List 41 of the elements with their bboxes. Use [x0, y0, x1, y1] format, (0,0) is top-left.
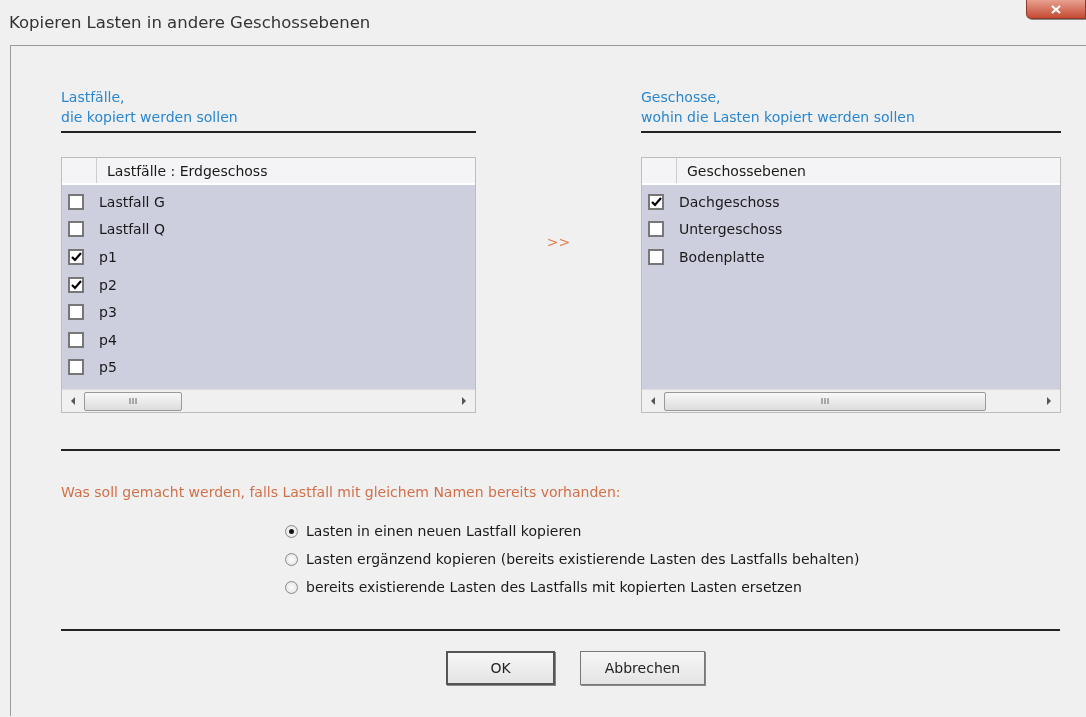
list-item-label[interactable]: Bodenplatte: [679, 249, 765, 265]
section-caption: Lastfälle,: [61, 88, 126, 107]
option-label[interactable]: bereits existierende Lasten des Lastfalls mit kopierten Lasten ersetzen: [306, 579, 802, 595]
question-text: Was soll gemacht werden, falls Lastfall mit gleichem Namen bereits vorhanden:: [61, 484, 622, 500]
horizontal-scrollbar[interactable]: [642, 389, 1060, 412]
close-button[interactable]: [1026, 0, 1086, 19]
list-item-label[interactable]: p2: [99, 276, 117, 293]
radio-button[interactable]: [285, 580, 298, 594]
list-item-label[interactable]: Untergeschoss: [679, 221, 783, 238]
window-title: Kopieren Lasten in andere Geschossebenen: [9, 13, 371, 32]
horizontal-scrollbar[interactable]: [62, 389, 475, 412]
close-icon: [1051, 4, 1061, 14]
option-label[interactable]: Lasten in einen neuen Lastfall kopieren: [306, 523, 582, 539]
checkbox[interactable]: [68, 304, 84, 321]
option-label[interactable]: Lasten ergänzend kopieren (bereits existierende Lasten des Lastfalls behalten): [306, 551, 860, 567]
list-item-label[interactable]: p3: [99, 304, 117, 321]
ok-button[interactable]: OK: [446, 651, 555, 685]
grip-icon: [820, 398, 830, 404]
section-caption: die kopiert werden sollen: [61, 108, 239, 127]
list-item-label[interactable]: p4: [99, 331, 117, 348]
checkbox[interactable]: [68, 276, 84, 293]
list-item-label[interactable]: Lastfall Q: [99, 221, 165, 238]
grip-icon: [128, 398, 138, 404]
checkbox[interactable]: [68, 193, 84, 210]
checkbox[interactable]: [648, 193, 664, 210]
checkbox[interactable]: [648, 221, 664, 238]
radio-button[interactable]: [285, 524, 298, 538]
radio-button[interactable]: [285, 552, 298, 566]
checkbox[interactable]: [68, 221, 84, 238]
checkbox[interactable]: [68, 331, 84, 348]
list-item-label[interactable]: Dachgeschoss: [679, 193, 780, 210]
checkbox[interactable]: [68, 249, 84, 265]
checkbox[interactable]: [68, 359, 84, 376]
cancel-button[interactable]: Abbrechen: [580, 651, 705, 685]
list-item-label[interactable]: Lastfall G: [99, 193, 165, 210]
section-caption: Geschosse,: [641, 88, 722, 107]
list-item-label[interactable]: p1: [99, 249, 117, 265]
section-caption: wohin die Lasten kopiert werden sollen: [641, 108, 916, 127]
checkbox[interactable]: [648, 249, 664, 265]
arrow-label: >>: [546, 234, 571, 252]
list-item-label[interactable]: p5: [99, 359, 117, 376]
